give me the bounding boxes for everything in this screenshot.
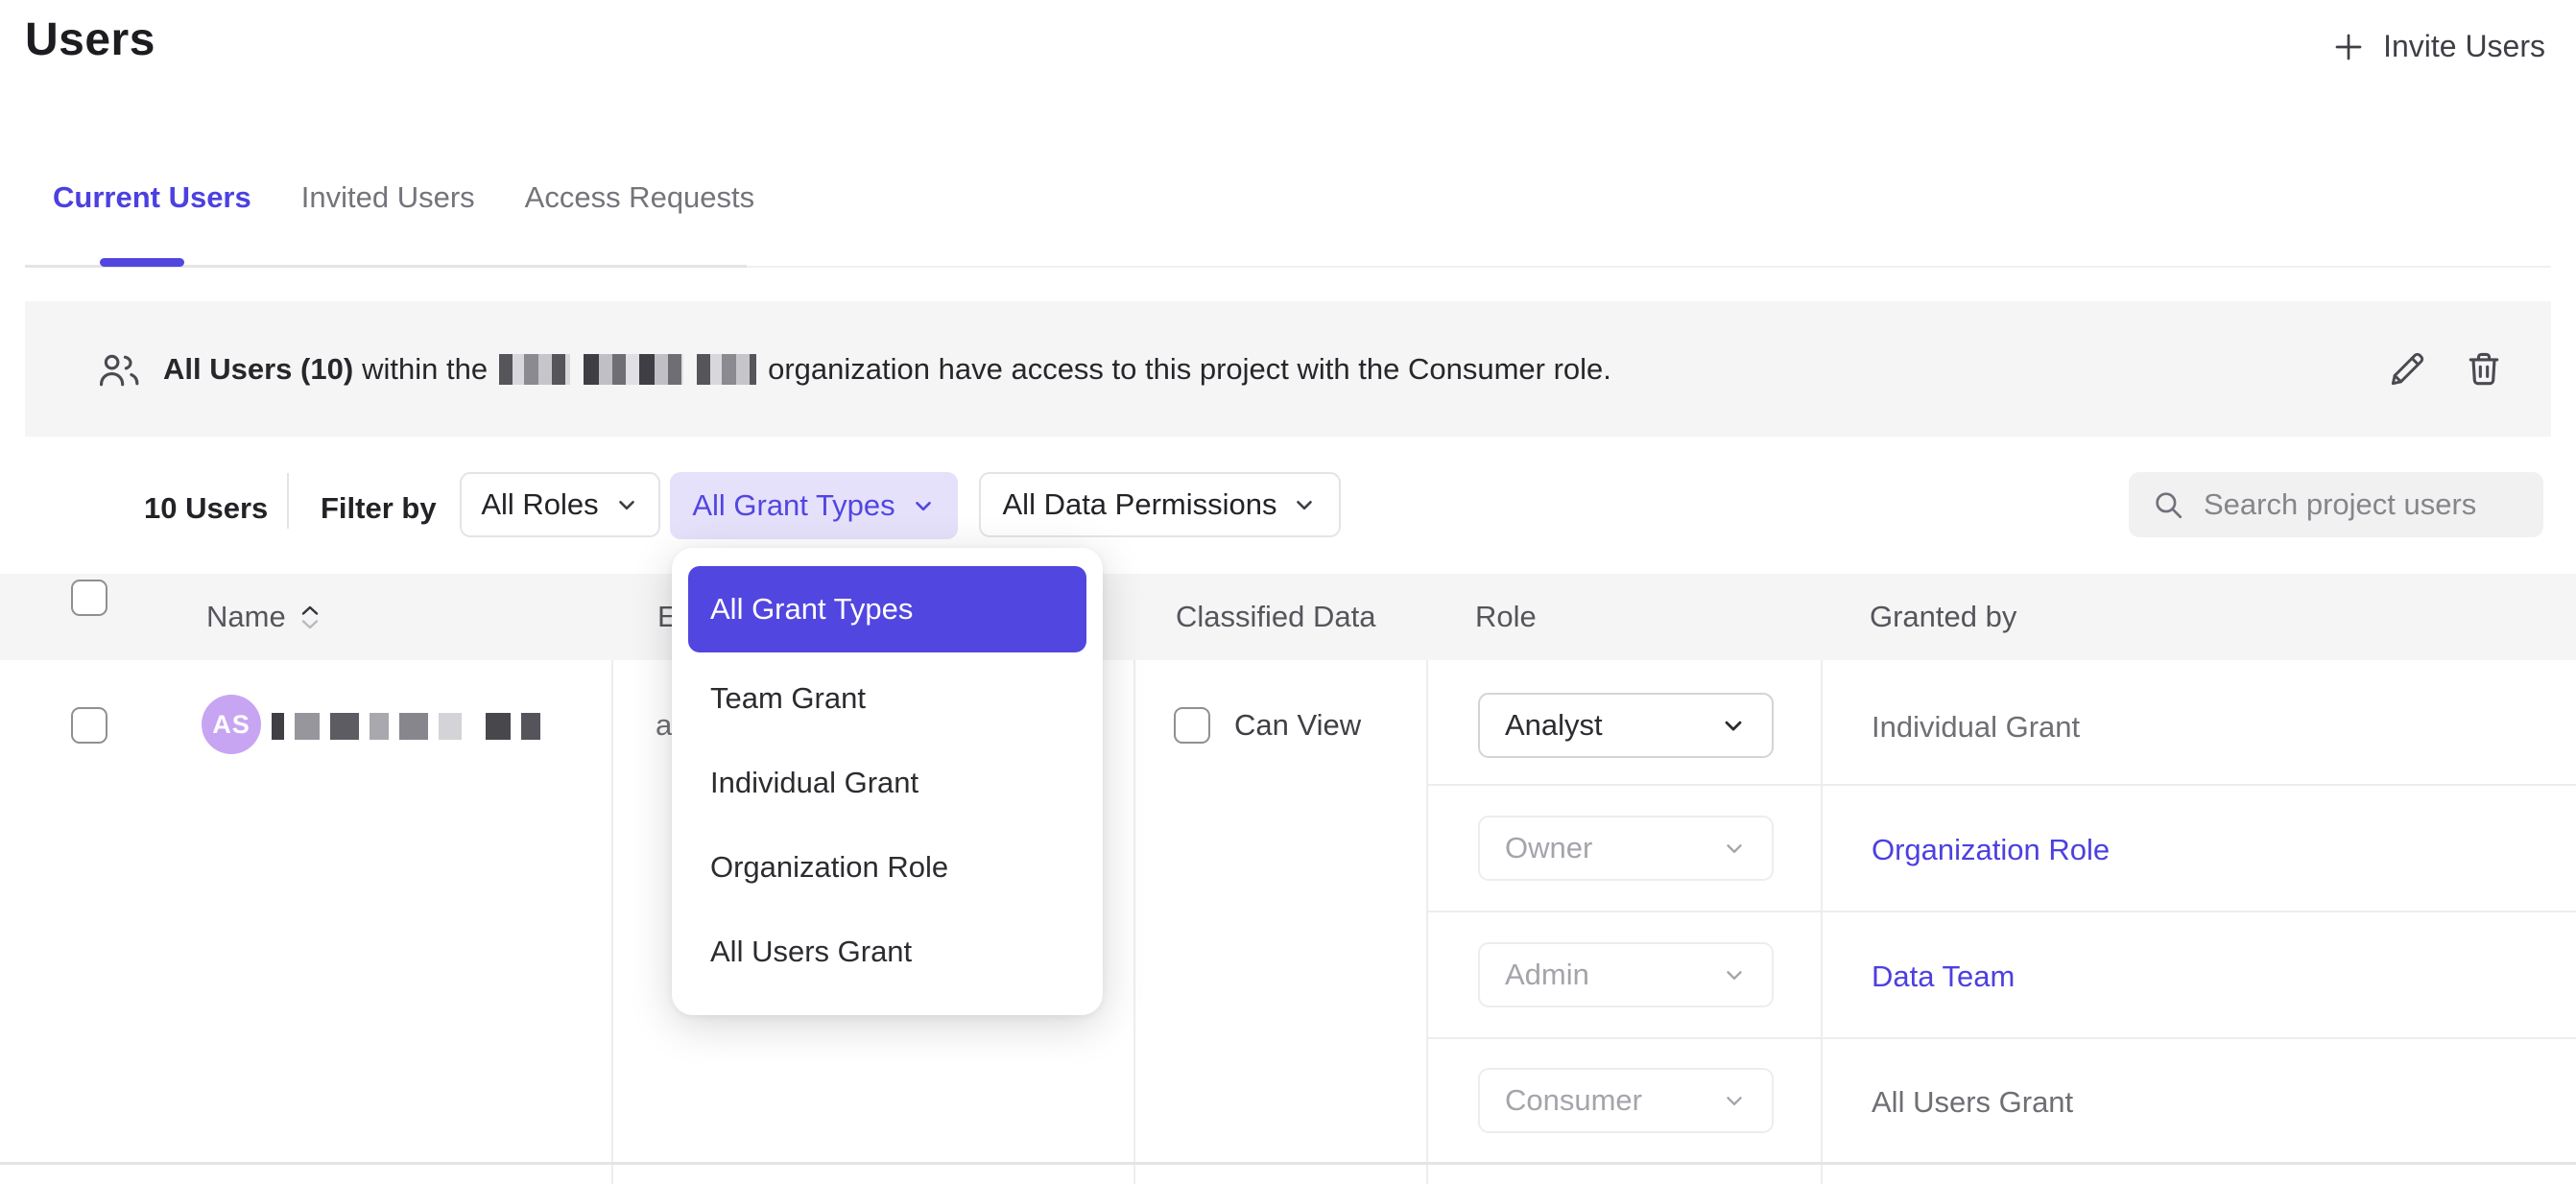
search-input[interactable] [2204, 487, 2576, 522]
grant-types-dropdown-menu: All Grant Types Team Grant Individual Gr… [672, 548, 1103, 1015]
menu-item-team-grant[interactable]: Team Grant [688, 656, 1086, 741]
user-email: a [656, 708, 672, 743]
tab-access-requests[interactable]: Access Requests [525, 180, 755, 215]
tab-invited-users[interactable]: Invited Users [301, 180, 475, 215]
name-header-label: Name [206, 600, 286, 634]
banner-text-middle: within the [362, 352, 488, 387]
select-all-checkbox[interactable] [71, 580, 107, 616]
granted-by-data-team-link[interactable]: Data Team [1872, 959, 2015, 994]
avatar: AS [202, 695, 261, 754]
can-view-checkbox[interactable] [1174, 707, 1210, 744]
grant-row-divider [1426, 1037, 2576, 1039]
sort-icon[interactable] [301, 605, 319, 629]
invite-users-button[interactable]: Invite Users [2331, 29, 2545, 64]
page-title: Users [25, 13, 155, 66]
tab-bar: Current Users Invited Users Access Reque… [53, 180, 754, 215]
pencil-icon [2386, 348, 2428, 391]
banner-users-count: All Users (10) [163, 352, 353, 387]
users-page: Users Invite Users Current Users Invited… [0, 0, 2576, 1184]
search-box [2129, 472, 2543, 537]
grant-row-divider [1426, 911, 2576, 912]
all-users-banner: All Users (10) within the organization h… [25, 301, 2551, 437]
active-tab-indicator [100, 258, 184, 267]
filter-toolbar: 10 Users Filter by All Roles All Grant T… [0, 470, 2576, 547]
all-data-permissions-label: All Data Permissions [1003, 487, 1277, 522]
menu-item-individual-grant[interactable]: Individual Grant [688, 741, 1086, 825]
redacted-user-name [272, 712, 540, 741]
role-select-owner: Owner [1478, 816, 1774, 881]
column-divider [611, 660, 613, 1184]
banner-text: All Users (10) within the organization h… [163, 352, 1611, 387]
role-value: Admin [1505, 958, 1589, 992]
role-value: Analyst [1505, 708, 1603, 743]
granted-by-all-users-grant: All Users Grant [1872, 1085, 2073, 1120]
edit-button[interactable] [2386, 348, 2428, 391]
can-view-label: Can View [1234, 708, 1361, 743]
chevron-down-icon [1292, 492, 1317, 517]
all-grant-types-label: All Grant Types [692, 488, 894, 523]
chevron-down-icon [614, 492, 639, 517]
granted-by-individual-grant: Individual Grant [1872, 710, 2080, 745]
banner-actions [2386, 301, 2505, 437]
all-roles-label: All Roles [481, 487, 598, 522]
chevron-down-icon [911, 493, 936, 518]
plus-icon [2331, 30, 2366, 64]
column-header-granted-by: Granted by [1870, 600, 2016, 634]
role-value: Owner [1505, 831, 1592, 865]
delete-button[interactable] [2463, 348, 2505, 391]
table-header: Name Email Classified Data Role Granted … [0, 574, 2576, 660]
banner-text-after: organization have access to this project… [768, 352, 1611, 387]
menu-item-all-users-grant[interactable]: All Users Grant [688, 910, 1086, 994]
grant-row-divider [1426, 784, 2576, 786]
chevron-down-icon [1722, 962, 1747, 987]
classified-data-cell: Can View [1174, 707, 1361, 744]
column-divider [1133, 660, 1135, 1184]
menu-item-organization-role[interactable]: Organization Role [688, 825, 1086, 910]
menu-item-all-grant-types[interactable]: All Grant Types [688, 566, 1086, 652]
column-divider [1821, 660, 1823, 1184]
all-roles-filter[interactable]: All Roles [460, 472, 660, 537]
row-divider [0, 1162, 2576, 1165]
role-select-consumer: Consumer [1478, 1068, 1774, 1133]
redacted-organization-name [499, 354, 756, 385]
row-checkbox[interactable] [71, 707, 107, 744]
toolbar-divider [287, 473, 289, 529]
column-header-classified-data: Classified Data [1176, 600, 1375, 634]
role-value: Consumer [1505, 1083, 1642, 1118]
chevron-down-icon [1722, 1088, 1747, 1113]
chevron-down-icon [1722, 836, 1747, 861]
invite-users-label: Invite Users [2383, 29, 2545, 64]
search-icon [2152, 488, 2184, 521]
role-select-admin: Admin [1478, 942, 1774, 1007]
granted-by-organization-role-link[interactable]: Organization Role [1872, 833, 2110, 867]
trash-icon [2463, 348, 2505, 391]
column-divider [1426, 660, 1428, 1184]
role-select-analyst[interactable]: Analyst [1478, 693, 1774, 758]
filter-by-label: Filter by [321, 491, 437, 526]
people-icon [96, 350, 142, 389]
all-data-permissions-filter[interactable]: All Data Permissions [979, 472, 1341, 537]
chevron-down-icon [1720, 712, 1747, 739]
column-header-role: Role [1475, 600, 1537, 634]
all-grant-types-filter[interactable]: All Grant Types [670, 472, 958, 539]
user-count: 10 Users [144, 491, 268, 526]
column-header-name: Name [206, 600, 319, 634]
tab-current-users[interactable]: Current Users [53, 180, 251, 215]
